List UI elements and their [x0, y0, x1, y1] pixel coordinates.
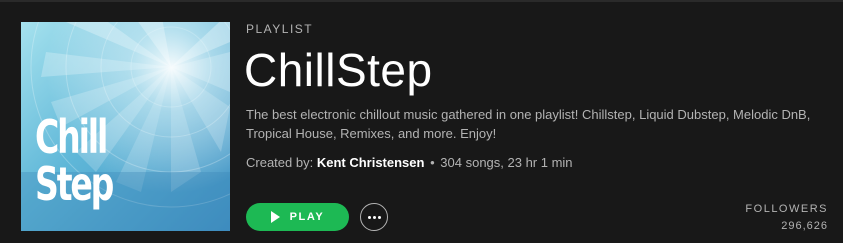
playlist-owner-link[interactable]: Kent Christensen: [317, 155, 425, 170]
playlist-type-label: PLAYLIST: [246, 22, 314, 36]
playlist-cover-image[interactable]: Chill Step: [21, 22, 230, 231]
more-options-icon: [377, 215, 381, 219]
playlist-header: Chill Step PLAYLIST ChillStep The best e…: [0, 0, 843, 243]
playlist-stats: 304 songs, 23 hr 1 min: [440, 155, 573, 170]
playlist-title: ChillStep: [244, 44, 433, 96]
followers-count: 296,626: [781, 220, 828, 232]
play-button-label: PLAY: [289, 211, 325, 223]
play-icon: [270, 211, 280, 223]
more-options-icon: [372, 215, 376, 219]
meta-separator: •: [430, 155, 435, 170]
more-options-button[interactable]: [360, 203, 388, 231]
playlist-meta: Created by: Kent Christensen • 304 songs…: [246, 155, 573, 170]
play-button[interactable]: PLAY: [246, 203, 349, 231]
followers-block: FOLLOWERS 296,626: [745, 203, 828, 232]
playlist-description: The best electronic chillout music gathe…: [246, 107, 811, 141]
created-by-label: Created by:: [246, 155, 314, 170]
cover-art-text: Chill Step: [35, 110, 114, 211]
more-options-icon: [367, 215, 371, 219]
followers-label: FOLLOWERS: [745, 203, 828, 215]
